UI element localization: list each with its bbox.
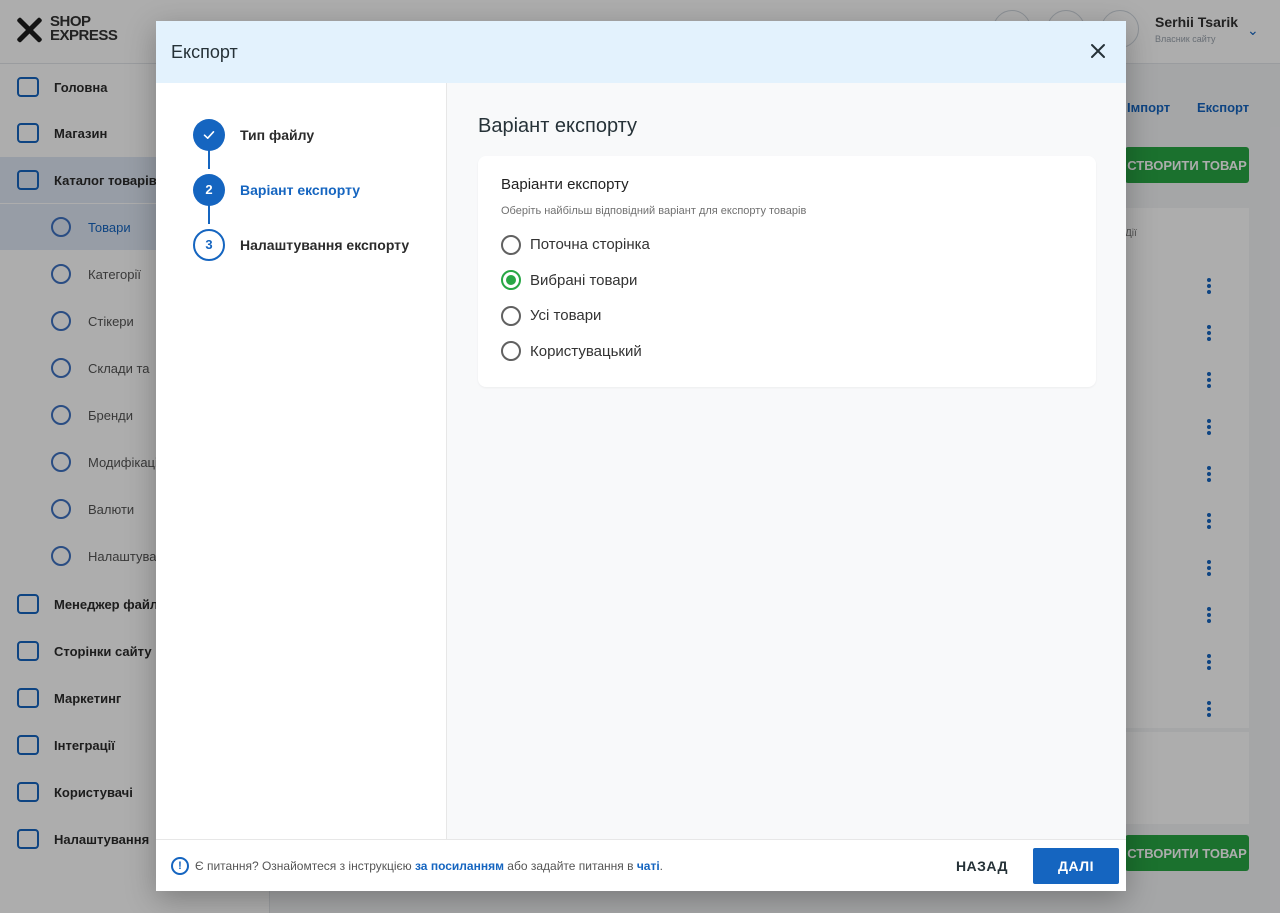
step-number: 2 bbox=[193, 173, 225, 206]
step-number: 3 bbox=[193, 228, 225, 261]
instruction-link[interactable]: за посиланням bbox=[415, 859, 504, 873]
radio-button[interactable] bbox=[501, 341, 521, 362]
dialog-header: Експорт bbox=[156, 21, 1126, 83]
back-button[interactable]: НАЗАД bbox=[936, 848, 1028, 884]
check-icon bbox=[193, 118, 225, 151]
step-label: Варіант експорту bbox=[240, 181, 361, 198]
next-button[interactable]: ДАЛІ bbox=[1033, 848, 1119, 884]
card-subtitle: Оберіть найбільш відповідний варіант для… bbox=[501, 205, 807, 217]
step-label: Тип файлу bbox=[240, 126, 315, 143]
option-label: Усі товари bbox=[530, 307, 602, 325]
help-text-part: . bbox=[659, 858, 664, 873]
export-options-card: Варіанти експорту Оберіть найбільш відпо… bbox=[478, 156, 1096, 387]
radio-button-checked[interactable] bbox=[501, 270, 521, 291]
radio-button[interactable] bbox=[501, 305, 521, 326]
option-selected-products[interactable]: Вибрані товари bbox=[501, 263, 1073, 299]
close-button[interactable] bbox=[1084, 37, 1112, 65]
help-text-part: Є питання? Ознайомтеся з інструкцією bbox=[195, 858, 415, 873]
info-icon: ! bbox=[171, 856, 189, 875]
dialog-footer: ! Є питання? Ознайомтеся з інструкцією з… bbox=[156, 839, 1126, 891]
option-all-products[interactable]: Усі товари bbox=[501, 298, 1073, 334]
radio-button[interactable] bbox=[501, 234, 521, 255]
option-label: Поточна сторінка bbox=[530, 236, 650, 254]
step-label: Налаштування експорту bbox=[240, 236, 410, 253]
export-dialog: Експорт Тип файлу 2 Варіант експорту 3 Н… bbox=[156, 21, 1126, 891]
stepper: Тип файлу 2 Варіант експорту 3 Налаштува… bbox=[156, 83, 447, 839]
step-export-settings[interactable]: 3 Налаштування експорту bbox=[156, 217, 446, 272]
dialog-title: Експорт bbox=[171, 41, 238, 62]
step-file-type[interactable]: Тип файлу bbox=[156, 107, 446, 162]
step-export-variant[interactable]: 2 Варіант експорту bbox=[156, 162, 446, 217]
close-icon bbox=[1091, 44, 1105, 58]
option-current-page[interactable]: Поточна сторінка bbox=[501, 227, 1073, 263]
option-label: Вибрані товари bbox=[530, 271, 638, 289]
card-title: Варіанти експорту bbox=[501, 176, 629, 193]
content-title: Варіант експорту bbox=[478, 115, 638, 137]
option-label: Користувацький bbox=[530, 342, 642, 360]
help-text: Є питання? Ознайомтеся з інструкцією за … bbox=[195, 859, 663, 873]
chat-link[interactable]: чаті bbox=[637, 859, 660, 873]
option-custom[interactable]: Користувацький bbox=[501, 334, 1073, 370]
step-content: Варіант експорту Варіанти експорту Обері… bbox=[447, 83, 1126, 839]
help-text-part: або задайте питання в bbox=[503, 858, 637, 873]
